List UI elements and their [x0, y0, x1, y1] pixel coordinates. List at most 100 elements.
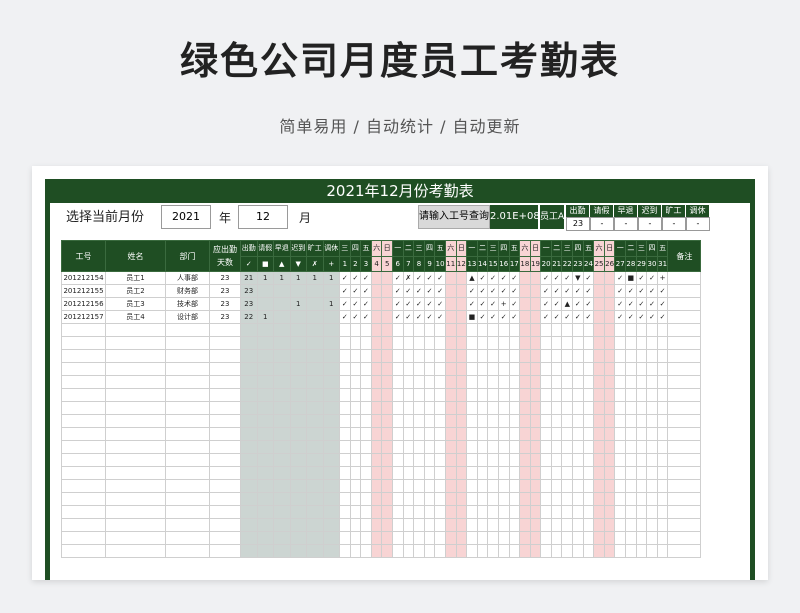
day-mark: [360, 401, 372, 415]
stat-cell: 21: [240, 271, 258, 285]
day-mark: [529, 492, 542, 506]
day-mark: [391, 466, 404, 480]
day-mark: [646, 349, 658, 363]
day-mark: [466, 349, 478, 363]
day-mark: ✓: [339, 271, 351, 285]
day-mark: [339, 323, 351, 337]
stat-symbol: ▲: [273, 256, 291, 272]
day-mark: [423, 336, 436, 350]
day-mark: [625, 492, 637, 506]
stat-cell: [240, 323, 258, 337]
empty-cell: [209, 427, 241, 441]
day-mark: [381, 362, 393, 376]
query-button[interactable]: 请输入工号查询: [418, 205, 490, 229]
day-mark: [391, 401, 404, 415]
stat-cell: [306, 544, 324, 558]
day-mark: [519, 453, 531, 467]
day-mark: [519, 388, 531, 402]
day-mark: [370, 375, 383, 389]
day-mark: [402, 531, 415, 545]
empty-cell: [61, 544, 106, 558]
day-mark: ✓: [487, 284, 499, 298]
day-mark: [508, 375, 521, 389]
day-mark: [402, 427, 415, 441]
day-mark: [646, 375, 658, 389]
day-mark: [635, 479, 648, 493]
summary-value: -: [614, 217, 638, 231]
day-mark: [550, 323, 563, 337]
stat-cell: [256, 388, 274, 402]
day-mark: ✓: [508, 297, 521, 311]
day-mark: [656, 479, 669, 493]
note-cell: [667, 297, 702, 311]
stat-cell: 1: [322, 271, 340, 285]
due-days: 23: [209, 310, 241, 324]
day-mark: [455, 518, 468, 532]
day-mark: [402, 518, 415, 532]
spreadsheet-card: 2021年12月份考勤表 选择当前月份 2021 年 12 月 请输入工号查询 …: [32, 166, 768, 580]
day-mark: [572, 362, 584, 376]
empty-cell: [61, 440, 106, 454]
day-mark: [466, 531, 478, 545]
day-mark: [572, 427, 584, 441]
day-mark: [614, 349, 627, 363]
day-mark: [614, 531, 627, 545]
day-mark: [466, 362, 478, 376]
note-cell: [667, 375, 702, 389]
day-mark: [603, 323, 616, 337]
day-mark: ✓: [497, 271, 510, 285]
stat-cell: [289, 401, 307, 415]
day-mark: [635, 336, 648, 350]
note-cell: [667, 336, 702, 350]
day-mark: ✓: [349, 271, 362, 285]
stat-cell: [256, 492, 274, 506]
day-mark: [603, 414, 616, 428]
day-header: 12: [455, 256, 468, 272]
stat-cell: [273, 479, 291, 493]
col-header-due: 应出勤天数: [209, 240, 241, 272]
day-mark: [360, 544, 372, 558]
note-cell: [667, 544, 702, 558]
day-mark: [614, 323, 627, 337]
note-cell: [667, 531, 702, 545]
employee-id: 201212157: [61, 310, 106, 324]
day-mark: [572, 375, 584, 389]
empty-row: [61, 544, 702, 558]
day-mark: [635, 362, 648, 376]
day-mark: [561, 388, 574, 402]
query-id-value[interactable]: 2.01E+08: [490, 205, 540, 229]
day-mark: [550, 440, 563, 454]
day-mark: ■: [625, 271, 637, 285]
empty-cell: [105, 401, 166, 415]
stat-cell: [306, 518, 324, 532]
day-mark: [381, 297, 393, 311]
day-mark: [508, 440, 521, 454]
day-mark: ✓: [646, 271, 658, 285]
day-mark: [508, 531, 521, 545]
day-mark: [529, 336, 542, 350]
day-mark: [646, 466, 658, 480]
stat-cell: [289, 310, 307, 324]
month-input[interactable]: 12: [238, 205, 288, 229]
stat-symbol: ✓: [240, 256, 258, 272]
year-input[interactable]: 2021: [161, 205, 211, 229]
day-mark: [656, 505, 669, 519]
day-mark: [625, 440, 637, 454]
day-mark: [646, 362, 658, 376]
empty-row: [61, 336, 702, 350]
day-mark: [370, 518, 383, 532]
empty-cell: [105, 414, 166, 428]
day-mark: [656, 440, 669, 454]
empty-cell: [105, 388, 166, 402]
day-mark: [370, 271, 383, 285]
day-mark: [381, 453, 393, 467]
day-mark: [360, 388, 372, 402]
day-mark: [455, 375, 468, 389]
day-header: 2: [349, 256, 362, 272]
day-mark: [466, 323, 478, 337]
empty-cell: [61, 518, 106, 532]
day-mark: [455, 336, 468, 350]
day-mark: [413, 440, 425, 454]
day-mark: [540, 505, 552, 519]
stat-cell: [273, 453, 291, 467]
